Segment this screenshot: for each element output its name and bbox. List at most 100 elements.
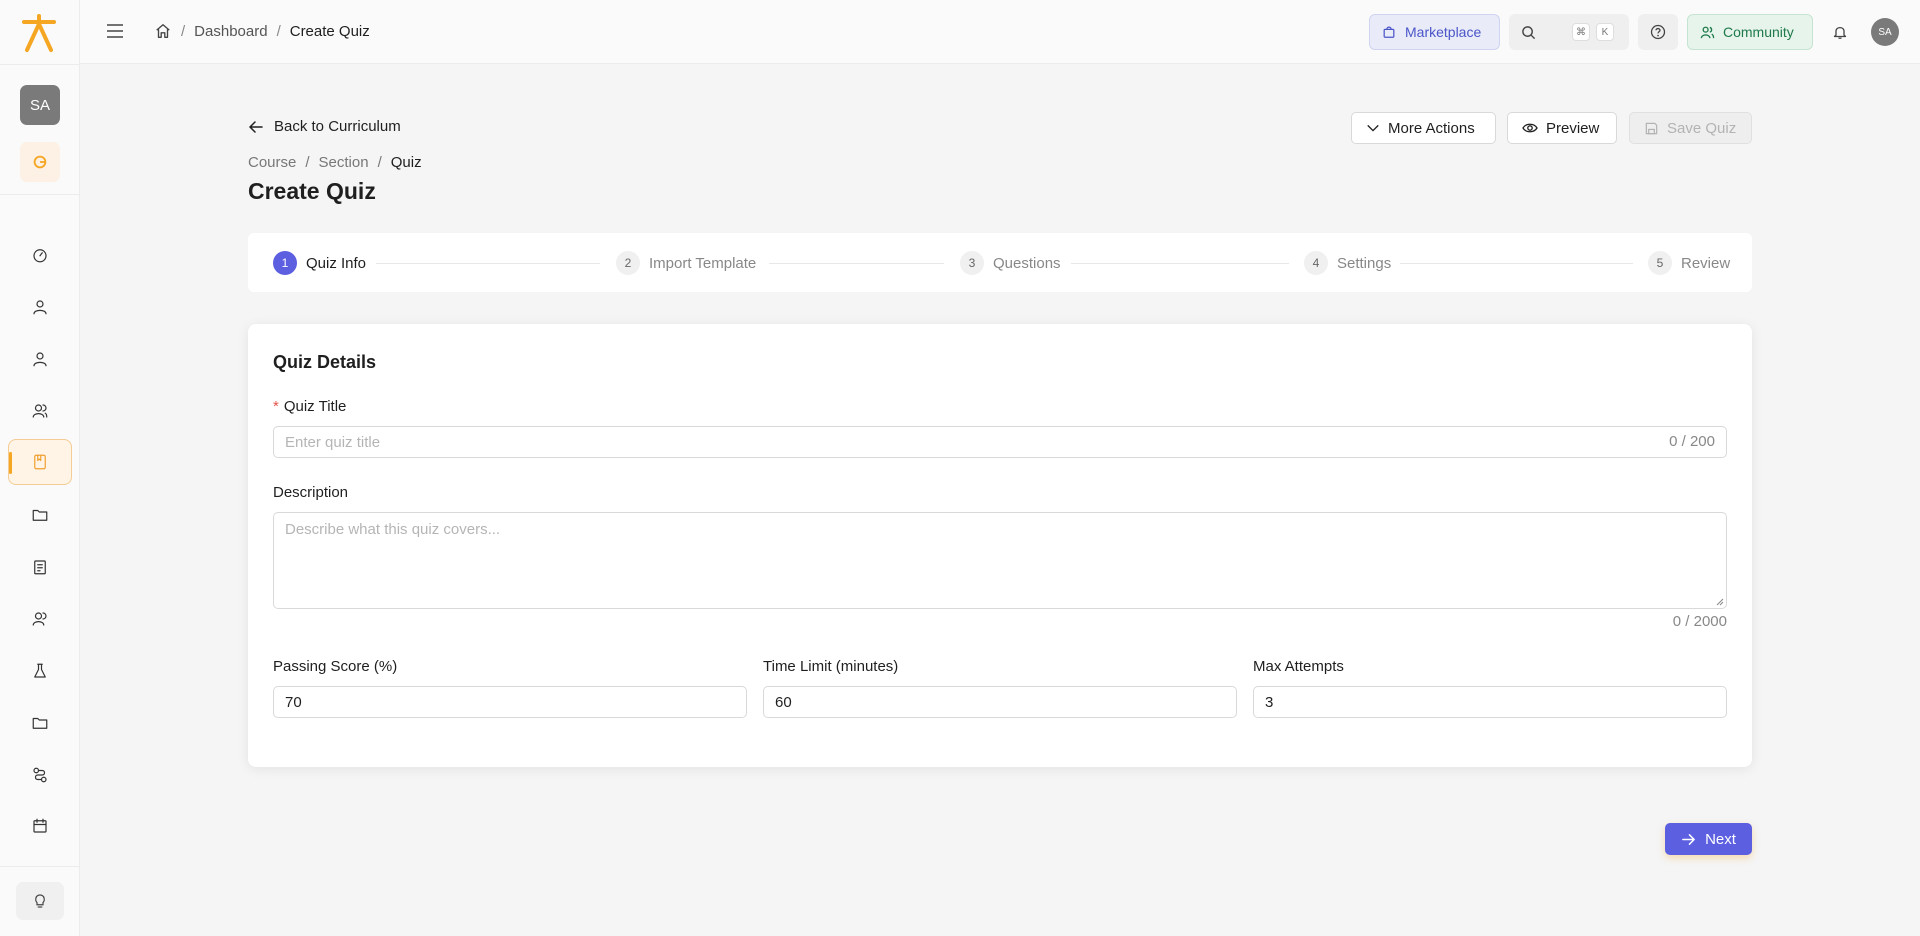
passing-score-input[interactable]: 70 xyxy=(273,686,747,718)
tips-button[interactable] xyxy=(16,882,64,920)
step-number: 5 xyxy=(1648,251,1672,275)
step-review[interactable]: 5 Review xyxy=(1648,251,1730,275)
users-icon xyxy=(1700,26,1715,38)
back-label: Back to Curriculum xyxy=(274,118,401,135)
description-counter: 0 / 2000 xyxy=(1672,613,1727,630)
back-to-curriculum-link[interactable]: Back to Curriculum xyxy=(248,118,401,135)
nav-calendar[interactable] xyxy=(8,803,72,849)
kbd-k: K xyxy=(1596,23,1614,41)
breadcrumb-section[interactable]: Section xyxy=(319,154,369,171)
description-label: Description xyxy=(273,484,349,501)
calendar-icon xyxy=(33,818,47,833)
nav-workflow[interactable] xyxy=(8,752,72,798)
nav-courses[interactable] xyxy=(8,439,72,485)
logo-icon[interactable] xyxy=(18,12,60,54)
step-import-template[interactable]: 2 Import Template xyxy=(616,251,756,275)
quiz-stepper: 1 Quiz Info 2 Import Template 3 Question… xyxy=(248,233,1752,292)
org-logo-icon xyxy=(33,155,47,169)
divider xyxy=(0,64,80,65)
required-marker: * xyxy=(273,398,279,415)
search-icon xyxy=(1522,25,1536,39)
nav-dashboard[interactable] xyxy=(8,232,72,278)
more-actions-button[interactable]: More Actions xyxy=(1351,112,1496,144)
breadcrumb-dashboard[interactable]: Dashboard xyxy=(194,23,267,40)
step-connector xyxy=(769,263,944,264)
marketplace-button[interactable]: Marketplace xyxy=(1369,14,1500,50)
breadcrumb-current: Create Quiz xyxy=(289,22,370,40)
nav-folders[interactable] xyxy=(8,700,72,746)
quiz-title-label: * Quiz Title xyxy=(273,398,346,415)
chevron-down-icon xyxy=(1367,124,1379,132)
step-connector xyxy=(1400,263,1633,264)
next-button[interactable]: Next xyxy=(1665,823,1752,855)
breadcrumb-course[interactable]: Course xyxy=(248,154,296,171)
user-avatar[interactable]: SA xyxy=(1871,18,1899,46)
step-label: Settings xyxy=(1337,254,1392,272)
step-settings[interactable]: 4 Settings xyxy=(1304,251,1391,275)
nav-lab[interactable] xyxy=(8,648,72,694)
step-number: 2 xyxy=(616,251,640,275)
flask-icon xyxy=(34,663,46,678)
quiz-title-counter: 0 / 200 xyxy=(1669,433,1715,450)
step-label: Review xyxy=(1681,254,1731,272)
quiz-title-input[interactable]: Enter quiz title 0 / 200 xyxy=(273,426,1727,458)
resize-handle-icon[interactable] xyxy=(1716,598,1724,606)
search-button[interactable]: ⌘ K xyxy=(1509,14,1629,50)
marketplace-label: Marketplace xyxy=(1405,24,1482,40)
next-label: Next xyxy=(1705,830,1736,848)
max-attempts-label: Max Attempts xyxy=(1253,658,1344,675)
arrow-right-icon xyxy=(1682,833,1695,845)
lightbulb-icon xyxy=(35,894,45,908)
folder-icon xyxy=(32,717,48,729)
route-icon xyxy=(33,767,47,783)
page-title: Create Quiz xyxy=(248,178,376,204)
max-attempts-input[interactable]: 3 xyxy=(1253,686,1727,718)
quiz-details-card: Quiz Details * Quiz Title Enter quiz titl… xyxy=(248,324,1752,767)
bell-icon xyxy=(1833,26,1847,39)
help-icon xyxy=(1650,24,1666,40)
community-label: Community xyxy=(1723,24,1794,40)
time-limit-input[interactable]: 60 xyxy=(763,686,1237,718)
sidebar: SA xyxy=(0,0,80,936)
quiz-title-label-text: Quiz Title xyxy=(283,398,347,415)
menu-icon[interactable] xyxy=(106,22,124,40)
nav-profile[interactable] xyxy=(8,336,72,382)
step-label: Import Template xyxy=(649,254,757,272)
notifications-button[interactable] xyxy=(1822,14,1858,50)
save-icon xyxy=(1645,122,1658,134)
step-label: Quiz Info xyxy=(306,254,367,272)
nav-files[interactable] xyxy=(8,492,72,538)
community-button[interactable]: Community xyxy=(1687,14,1813,50)
nav-team[interactable] xyxy=(8,388,72,434)
help-button[interactable] xyxy=(1638,14,1678,50)
save-quiz-label: Save Quiz xyxy=(1667,119,1737,137)
save-quiz-button[interactable]: Save Quiz xyxy=(1629,112,1752,144)
description-placeholder: Describe what this quiz covers... xyxy=(285,521,501,538)
shopping-bag-icon xyxy=(1383,26,1395,38)
home-icon[interactable] xyxy=(154,22,172,40)
nav-user[interactable] xyxy=(8,284,72,330)
step-questions[interactable]: 3 Questions xyxy=(960,251,1061,275)
kbd-cmd: ⌘ xyxy=(1572,23,1590,41)
nav-assessments[interactable] xyxy=(8,544,72,590)
gauge-icon xyxy=(33,249,47,263)
org-switcher[interactable] xyxy=(20,142,60,182)
content-breadcrumb: Course / Section / Quiz xyxy=(248,154,422,171)
nav-groups[interactable] xyxy=(8,596,72,642)
users-icon xyxy=(32,612,47,626)
arrow-left-icon xyxy=(249,120,263,133)
clipboard-icon xyxy=(34,560,46,575)
breadcrumb-quiz: Quiz xyxy=(390,154,422,171)
step-label: Questions xyxy=(993,254,1061,272)
folder-icon xyxy=(32,509,48,521)
section-title: Quiz Details xyxy=(273,352,377,372)
step-number: 3 xyxy=(960,251,984,275)
book-icon xyxy=(34,454,46,470)
description-textarea[interactable]: Describe what this quiz covers... xyxy=(273,512,1727,609)
preview-button[interactable]: Preview xyxy=(1507,112,1617,144)
users-icon xyxy=(32,404,48,418)
divider xyxy=(0,194,80,195)
workspace-avatar[interactable]: SA xyxy=(20,85,60,125)
topbar: / Dashboard / Create Quiz Marketplace ⌘ … xyxy=(80,0,1920,64)
step-quiz-info[interactable]: 1 Quiz Info xyxy=(273,251,366,275)
